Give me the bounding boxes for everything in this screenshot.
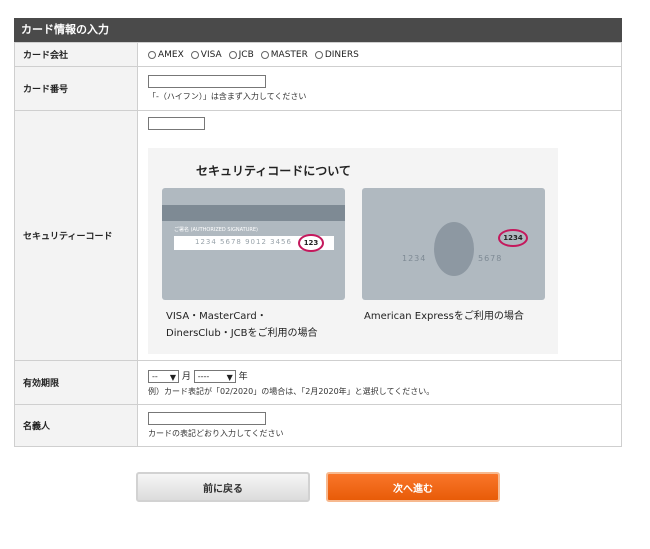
cardholder-note: カードの表記どおり入力してください — [148, 429, 284, 438]
amex-number-left: 1234 — [402, 254, 427, 263]
amex-number-right: 5678 — [478, 254, 503, 263]
cardholder-input[interactable] — [148, 412, 266, 425]
security-code-highlight: 123 — [298, 234, 324, 252]
card-company-label: カード会社 — [14, 42, 138, 67]
card-number-field: 「-（ハイフン）」は含まず入力してください — [137, 66, 622, 111]
radio-jcb[interactable]: JCB — [228, 50, 254, 60]
card-info-panel: カード情報の入力 カード会社 AMEX VISA JCB MASTER DINE… — [14, 18, 622, 447]
security-code-input[interactable] — [148, 117, 205, 130]
cardholder-field: カードの表記どおり入力してください — [137, 404, 622, 447]
radio-circle-icon[interactable] — [260, 50, 269, 59]
card-number-label: カード番号 — [14, 66, 138, 111]
card1-caption: VISA・MasterCard・ DinersClub・JCBをご利用の場合 — [166, 311, 318, 339]
next-button[interactable]: 次へ進む — [326, 472, 500, 502]
amex-card-illustration: 1234 1234 5678 — [362, 188, 545, 300]
amex-code-highlight: 1234 — [498, 229, 528, 247]
card-company-radios: AMEX VISA JCB MASTER DINERS — [148, 50, 620, 60]
chevron-down-icon: ▼ — [226, 372, 233, 382]
radio-circle-icon[interactable] — [190, 50, 199, 59]
card-number-input[interactable] — [148, 75, 266, 88]
chevron-down-icon: ▼ — [169, 372, 176, 382]
card-form: カード会社 AMEX VISA JCB MASTER DINERS カード番号 … — [14, 42, 622, 447]
month-unit: 月 — [181, 371, 191, 382]
security-code-info: セキュリティコードについて ご署名 (AUTHORIZED SIGNATURE)… — [148, 148, 558, 354]
radio-circle-icon[interactable] — [314, 50, 323, 59]
security-code-field: セキュリティコードについて ご署名 (AUTHORIZED SIGNATURE)… — [137, 110, 622, 361]
expiry-label: 有効期限 — [14, 360, 138, 405]
signature-label: ご署名 (AUTHORIZED SIGNATURE) — [174, 227, 258, 233]
year-unit: 年 — [238, 371, 248, 382]
security-code-label: セキュリティーコード — [14, 110, 138, 361]
expiry-selects: -- ▼ 月 ---- ▼ 年 — [148, 369, 620, 383]
panel-title: カード情報の入力 — [14, 18, 622, 42]
magnetic-stripe — [162, 205, 345, 221]
radio-circle-icon[interactable] — [228, 50, 237, 59]
radio-master[interactable]: MASTER — [260, 50, 308, 60]
cardholder-label: 名義人 — [14, 404, 138, 447]
expiry-month-select[interactable]: -- ▼ — [148, 369, 179, 383]
card-company-field: AMEX VISA JCB MASTER DINERS — [137, 42, 622, 67]
radio-diners[interactable]: DINERS — [314, 50, 359, 60]
back-button[interactable]: 前に戻る — [136, 472, 310, 502]
security-info-title: セキュリティコードについて — [196, 164, 351, 178]
card2-caption: American Expressをご利用の場合 — [364, 311, 524, 322]
card-back-illustration: ご署名 (AUTHORIZED SIGNATURE) 1234 5678 901… — [162, 188, 345, 300]
card-number-note: 「-（ハイフン）」は含まず入力してください — [148, 92, 307, 101]
radio-visa[interactable]: VISA — [190, 50, 222, 60]
expiry-note: 例）カード表記が「02/2020」の場合は、「2月2020年」と選択してください… — [148, 386, 435, 396]
expiry-field: -- ▼ 月 ---- ▼ 年 例）カード表記が「02/2020」の場合は、「2月2… — [137, 360, 622, 405]
radio-circle-icon[interactable] — [148, 50, 156, 59]
expiry-year-select[interactable]: ---- ▼ — [193, 369, 236, 383]
amex-centurion-icon — [434, 222, 474, 276]
radio-amex[interactable]: AMEX — [148, 50, 184, 60]
card-back-number: 1234 5678 9012 3456 — [195, 238, 292, 246]
